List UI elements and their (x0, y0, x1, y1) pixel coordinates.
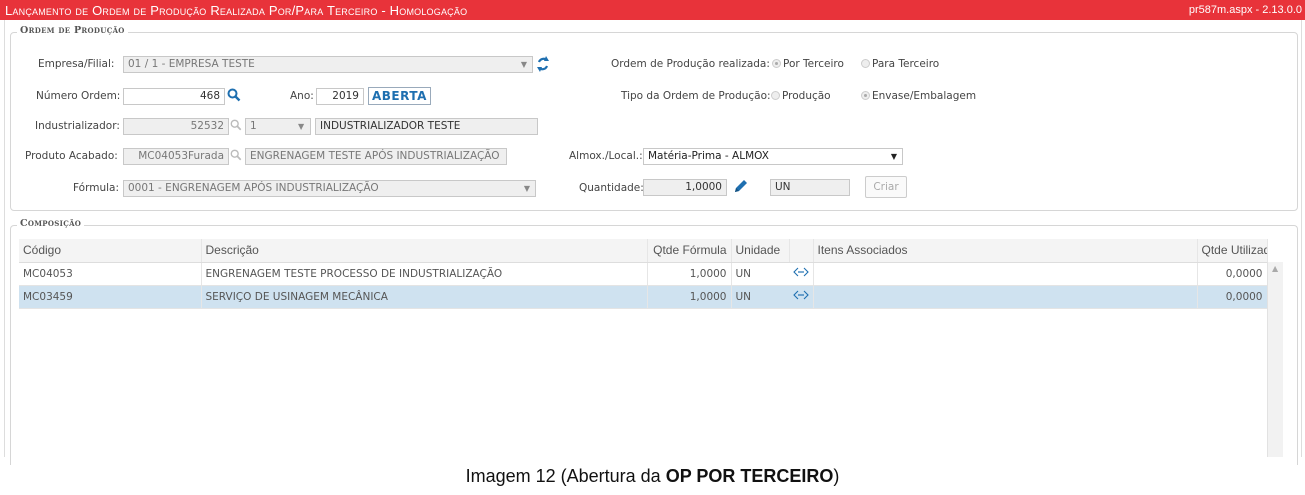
realizada-label: Ordem de Produção realizada: (611, 58, 770, 70)
col-qtde-utilizada[interactable]: Qtde Utilizada (1197, 239, 1268, 263)
cell-descricao: SERVIÇO DE USINAGEM MECÂNICA (201, 285, 648, 309)
cell-link[interactable] (789, 285, 814, 309)
numero-label: Número Ordem: (36, 90, 121, 102)
title-bar: Lançamento de Ordem de Produção Realizad… (0, 0, 1305, 20)
col-codigo[interactable]: Código (19, 239, 202, 263)
cell-itens-associados (813, 285, 1198, 309)
quantidade-input[interactable]: 1,0000 (643, 179, 727, 196)
edit-pencil-icon[interactable] (733, 178, 749, 194)
cell-codigo: MC03459 (19, 285, 202, 309)
produto-desc: ENGRENAGEM TESTE APÓS INDUSTRIALIZAÇÃO (245, 148, 507, 165)
refresh-icon[interactable] (536, 55, 550, 73)
figure-caption: Imagem 12 (Abertura da OP POR TERCEIRO) (0, 466, 1305, 487)
associate-link-icon[interactable] (793, 267, 809, 277)
radio-producao[interactable] (771, 91, 780, 100)
numero-input[interactable]: 468 (123, 88, 225, 105)
cell-qtde-formula: 1,0000 (647, 262, 732, 286)
formula-value: 0001 - ENGRENAGEM APÓS INDUSTRIALIZAÇÃO (128, 182, 379, 194)
table-row[interactable]: MC04053 ENGRENAGEM TESTE PROCESSO DE IND… (19, 262, 1268, 286)
status-badge: ABERTA (368, 87, 431, 105)
table-header: Código Descrição Qtde Fórmula Unidade It… (19, 239, 1268, 263)
chevron-down-icon: ▼ (298, 122, 305, 131)
industrializador-label: Industrializador: (35, 120, 120, 132)
produto-code[interactable]: MC04053Furada (123, 148, 229, 165)
col-itens-associados[interactable]: Itens Associados (813, 239, 1198, 263)
criar-button[interactable]: Criar (865, 176, 907, 198)
radio-envase-label: Envase/Embalagem (872, 90, 977, 102)
col-unidade[interactable]: Unidade (731, 239, 790, 263)
chevron-down-icon: ▼ (523, 184, 530, 193)
caption-bold: OP POR TERCEIRO (665, 466, 834, 486)
table-row-selected[interactable]: MC03459 SERVIÇO DE USINAGEM MECÂNICA 1,0… (19, 285, 1268, 309)
produto-label: Produto Acabado: (25, 150, 118, 162)
section-title: Ordem de Produção (17, 25, 128, 36)
tipo-label: Tipo da Ordem de Produção: (621, 90, 771, 102)
empresa-label: Empresa/Filial: (38, 58, 115, 70)
cell-qtde-utilizada[interactable]: 0,0000 (1197, 262, 1268, 286)
radio-por-terceiro-label: Por Terceiro (783, 58, 844, 70)
caption-suffix: ) (833, 466, 840, 486)
version-label: pr587m.aspx - 2.13.0.0 (1188, 4, 1302, 16)
chevron-down-icon: ▼ (520, 60, 527, 69)
radio-para-terceiro-label: Para Terceiro (872, 58, 940, 70)
almox-label: Almox./Local.: (569, 150, 643, 162)
almox-select[interactable]: Matéria-Prima - ALMOX ▼ (643, 148, 903, 165)
cell-unidade: UN (731, 262, 789, 286)
almox-value: Matéria-Prima - ALMOX (648, 150, 769, 162)
search-icon[interactable] (230, 149, 242, 161)
industrializador-code[interactable]: 52532 (123, 118, 229, 135)
cell-unidade: UN (731, 285, 789, 309)
col-link (789, 239, 814, 263)
cell-qtde-utilizada[interactable]: 0,0000 (1197, 285, 1268, 309)
section-title: Composição (17, 218, 85, 229)
col-qtde-formula[interactable]: Qtde Fórmula (647, 239, 732, 263)
search-icon[interactable] (230, 119, 242, 131)
empresa-value: 01 / 1 - EMPRESA TESTE (128, 58, 255, 70)
quantidade-label: Quantidade: (579, 182, 644, 194)
cell-link[interactable] (789, 262, 814, 286)
formula-select[interactable]: 0001 - ENGRENAGEM APÓS INDUSTRIALIZAÇÃO … (123, 180, 536, 197)
industrializador-name: INDUSTRIALIZADOR TESTE (315, 118, 538, 135)
radio-producao-label: Produção (782, 90, 831, 102)
cell-descricao: ENGRENAGEM TESTE PROCESSO DE INDUSTRIALI… (201, 262, 648, 286)
chevron-down-icon: ▼ (890, 152, 897, 161)
radio-por-terceiro[interactable] (772, 59, 781, 68)
industrializador-seq-select[interactable]: 1 ▼ (245, 118, 311, 135)
empresa-select[interactable]: 01 / 1 - EMPRESA TESTE ▼ (123, 56, 533, 73)
radio-para-terceiro[interactable] (861, 59, 870, 68)
associate-link-icon[interactable] (793, 290, 809, 300)
ano-input[interactable]: 2019 (316, 88, 364, 105)
ano-label: Ano: (290, 90, 314, 102)
composicao-table: Código Descrição Qtde Fórmula Unidade It… (19, 239, 1268, 309)
radio-envase[interactable] (861, 91, 870, 100)
col-descricao[interactable]: Descrição (201, 239, 648, 263)
table-scrollbar[interactable]: ▲ (1267, 262, 1283, 457)
unidade-field: UN (770, 179, 850, 196)
industrializador-seq: 1 (250, 120, 257, 132)
cell-itens-associados (813, 262, 1198, 286)
search-icon[interactable] (227, 88, 241, 102)
window-title: Lançamento de Ordem de Produção Realizad… (5, 3, 468, 18)
formula-label: Fórmula: (73, 182, 119, 194)
cell-codigo: MC04053 (19, 262, 202, 286)
main-page: Ordem de Produção Empresa/Filial: 01 / 1… (4, 20, 1302, 465)
cell-qtde-formula: 1,0000 (647, 285, 732, 309)
scroll-up-icon[interactable]: ▲ (1272, 264, 1278, 273)
caption-prefix: Imagem 12 (Abertura da (465, 466, 666, 486)
